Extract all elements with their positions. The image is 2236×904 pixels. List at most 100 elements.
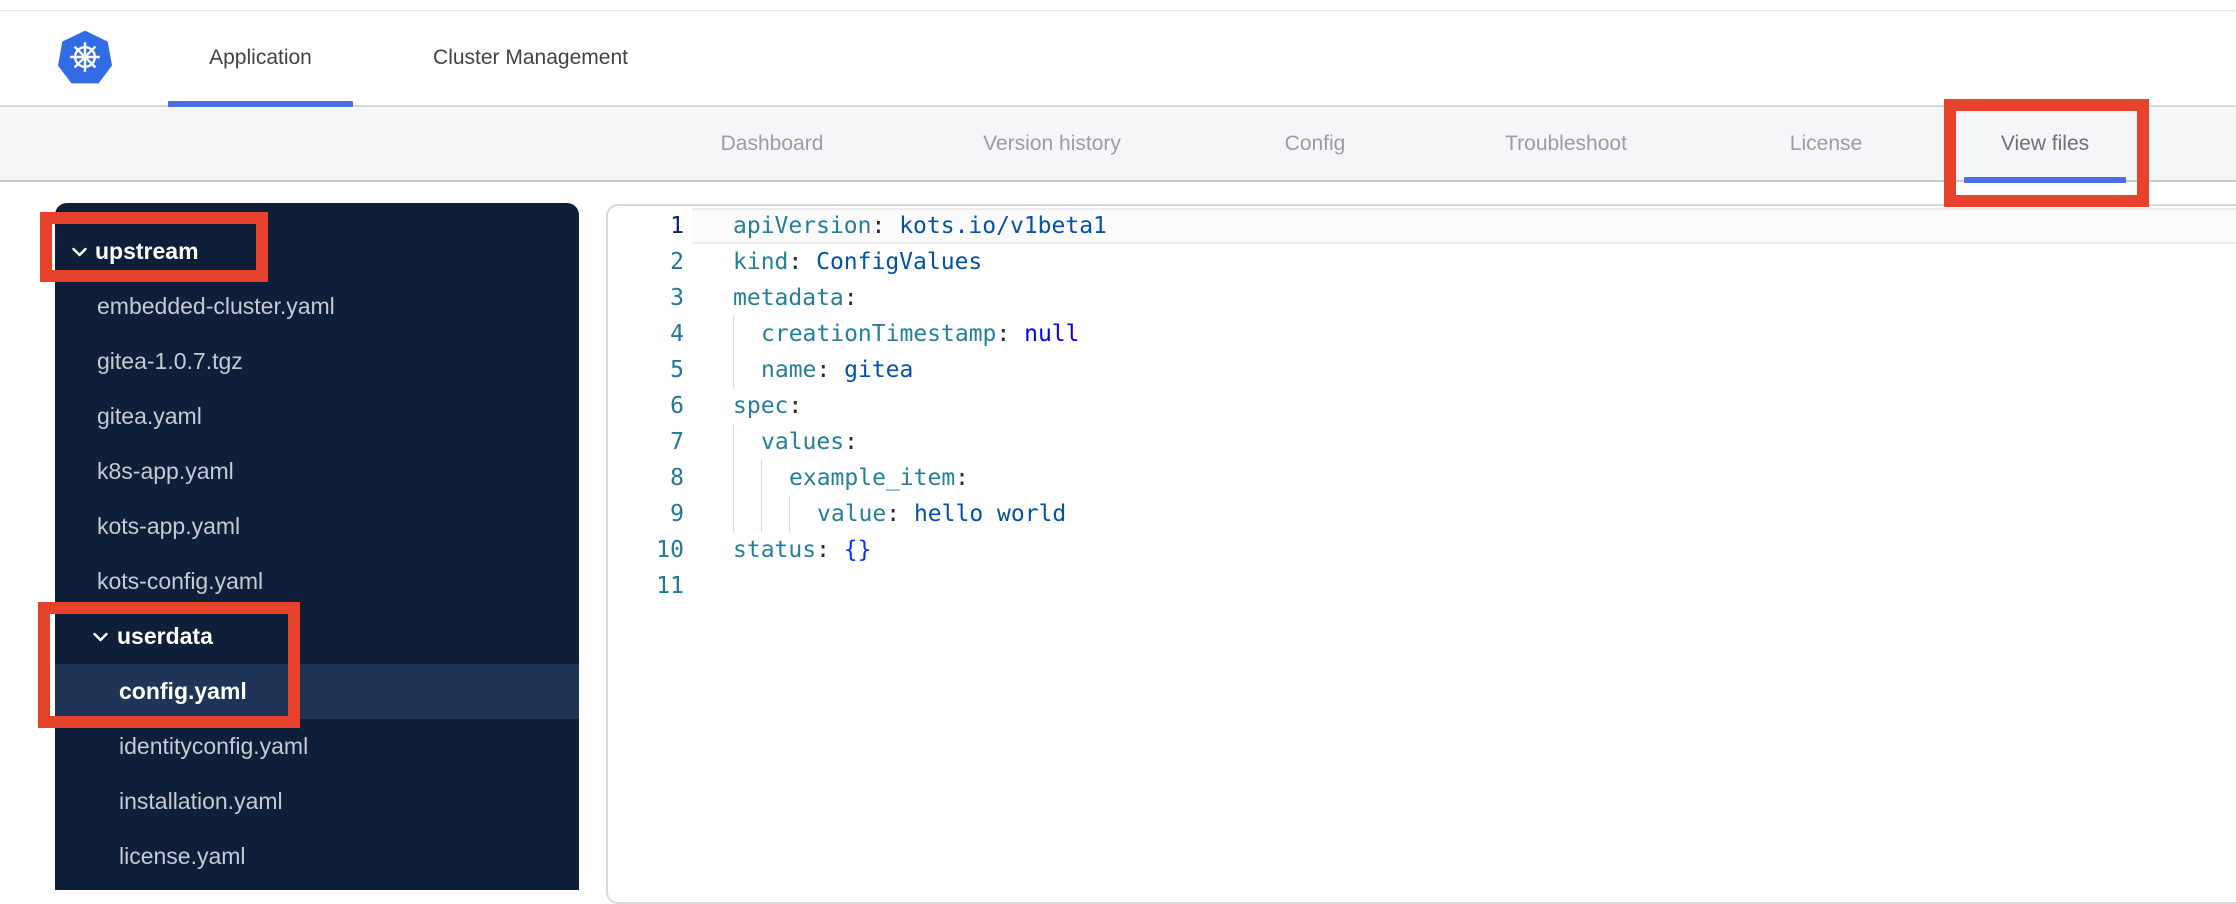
sidebar-item-userdata[interactable]: userdata [55,609,579,664]
code-line-content: apiVersion: kots.io/v1beta1 [692,208,2236,244]
code-line-1[interactable]: 1 apiVersion: kots.io/v1beta1 [608,208,2236,244]
kubernetes-logo-icon [58,30,112,84]
file-tree-sidebar: upstream embedded-cluster.yaml gitea-1.0.7… [55,203,579,890]
sidebar-item-identityconfig-yaml[interactable]: identityconfig.yaml [55,719,579,774]
line-number: 2 [670,249,684,275]
line-number: 7 [670,429,684,455]
sidebar-item-kots-app-yaml[interactable]: kots-app.yaml [55,499,579,554]
code-line-content [692,568,2236,604]
token-key: metadata [733,285,844,311]
token-key: name [761,357,817,383]
token-pn: : [788,393,803,419]
sidebar-item-kots-config-yaml[interactable]: kots-config.yaml [55,554,579,609]
file-label: kots-app.yaml [97,513,241,539]
code-line-2[interactable]: 2 kind: ConfigValues [608,244,2236,280]
sidebar-item-embedded-cluster-yaml[interactable]: embedded-cluster.yaml [55,279,579,334]
sidebar-item-gitea-yaml[interactable]: gitea.yaml [55,389,579,444]
token-br: {} [843,537,872,563]
file-label: embedded-cluster.yaml [97,293,335,319]
token-key: creationTimestamp [761,321,997,347]
file-label: identityconfig.yaml [119,733,309,759]
code-line-content: value: hello world [692,496,2236,532]
token-pn: : [788,249,817,275]
code-line-content: values: [692,424,2236,460]
subnav-item-dashboard[interactable]: Dashboard [721,107,824,180]
sidebar-item-config-yaml[interactable]: config.yaml [55,664,579,719]
token-key: spec [733,393,789,419]
token-str: kots.io/v1beta1 [899,213,1107,239]
indent-guide [761,460,789,496]
token-key: example_item [789,465,956,491]
file-label: gitea-1.0.7.tgz [97,348,243,374]
line-number: 8 [670,465,684,491]
token-kw: null [1024,321,1080,347]
token-key: kind [733,249,789,275]
token-pn: : [996,321,1025,347]
indent-guide [733,496,761,532]
active-subnav-underline [1964,177,2126,183]
token-key: apiVersion [733,213,872,239]
code-line-4[interactable]: 4 creationTimestamp: null [608,316,2236,352]
code-line-5[interactable]: 5 name: gitea [608,352,2236,388]
subnav-item-config[interactable]: Config [1285,107,1346,180]
code-line-11[interactable]: 11 [608,568,2236,604]
indent-guide [733,352,761,388]
file-label: config.yaml [119,678,247,704]
indent-guide [733,424,761,460]
sidebar-item-upstream[interactable]: upstream [55,224,579,279]
sidebar-item-installation-yaml[interactable]: installation.yaml [55,774,579,829]
line-number: 11 [656,573,684,599]
header-tab-cluster-management[interactable]: Cluster Management [398,11,663,105]
code-line-9[interactable]: 9 value: hello world [608,496,2236,532]
token-key: value [817,501,887,527]
token-str: hello world [913,501,1067,527]
code-line-content: status: {} [692,532,2236,568]
app-subnav: Dashboard Version history Config Troublesho… [0,107,2236,183]
token-pn: : [843,285,858,311]
chevron-down-icon [93,632,108,642]
file-label: gitea.yaml [97,403,202,429]
code-line-6[interactable]: 6 spec: [608,388,2236,424]
token-pn: : [816,357,845,383]
subnav-item-view-files[interactable]: View files [2001,107,2089,180]
folder-label: userdata [117,623,213,649]
token-key: status [733,537,817,563]
file-label: license.yaml [119,843,246,869]
code-line-10[interactable]: 10 status: {} [608,532,2236,568]
sidebar-item-gitea-1-0-7-tgz[interactable]: gitea-1.0.7.tgz [55,334,579,389]
line-number: 1 [670,213,684,239]
indent-guide [733,460,761,496]
token-pn: : [816,537,844,563]
subnav-item-version-history[interactable]: Version history [983,107,1121,180]
folder-label: upstream [95,238,199,264]
line-number: 5 [670,357,684,383]
kots-admin-console: Application Cluster Management Dashboard V… [0,0,2236,904]
code-line-3[interactable]: 3 metadata: [608,280,2236,316]
code-line-content: creationTimestamp: null [692,316,2236,352]
code-line-content: spec: [692,388,2236,424]
token-pn: : [871,213,900,239]
token-pn: : [955,465,970,491]
code-line-7[interactable]: 7 values: [608,424,2236,460]
line-number: 10 [656,537,684,563]
code-line-content: kind: ConfigValues [692,244,2236,280]
app-header: Application Cluster Management [0,11,2236,107]
code-line-8[interactable]: 8 example_item: [608,460,2236,496]
token-str: ConfigValues [816,249,983,275]
chevron-down-icon [72,247,87,257]
file-label: installation.yaml [119,788,283,814]
code-line-content: example_item: [692,460,2236,496]
token-key: values [761,429,845,455]
header-tab-application[interactable]: Application [167,11,354,107]
sidebar-item-license-yaml[interactable]: license.yaml [55,829,579,884]
indent-guide [733,316,761,352]
file-contents-editor[interactable]: 1 apiVersion: kots.io/v1beta1 2 kind: Confi… [606,204,2236,904]
indent-guide [761,496,789,532]
token-pn: : [886,501,914,527]
sidebar-item-k8s-app-yaml[interactable]: k8s-app.yaml [55,444,579,499]
subnav-item-license[interactable]: License [1790,107,1862,180]
line-number: 6 [670,393,684,419]
subnav-item-troubleshoot[interactable]: Troubleshoot [1505,107,1627,180]
token-pn: : [844,429,858,455]
indent-guide [789,496,817,532]
